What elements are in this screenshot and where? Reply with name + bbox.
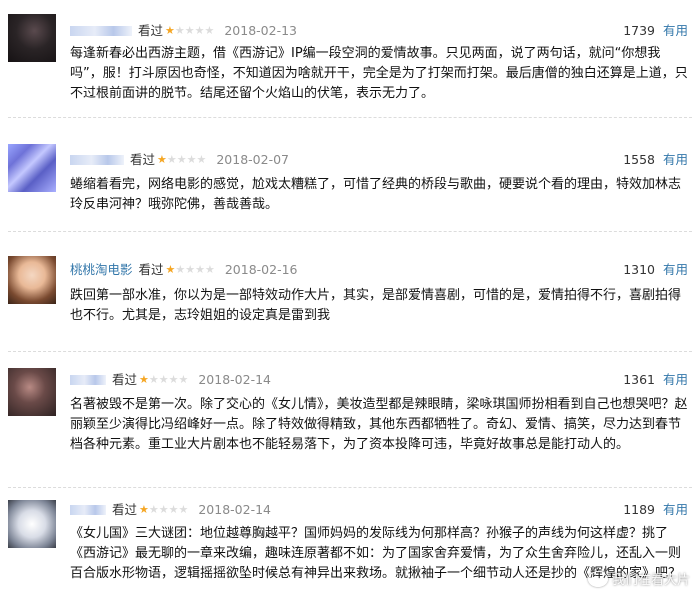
divider <box>8 231 692 232</box>
review-item: 桃桃淘电影 看过 ★★★★★ 2018-02-16 1310 有用 跌回第一部水… <box>0 236 700 346</box>
review-date: 2018-02-14 <box>198 372 271 387</box>
divider <box>8 487 692 488</box>
useful-button[interactable]: 有用 <box>663 502 688 517</box>
divider <box>8 351 692 352</box>
review-item: 看过 ★★★★★ 2018-02-13 1739 有用 每逢新春必出西游主题，借… <box>0 0 700 115</box>
useful-button[interactable]: 有用 <box>663 262 688 277</box>
username-redacted[interactable] <box>70 505 106 515</box>
username-redacted[interactable] <box>70 155 124 165</box>
avatar[interactable] <box>8 144 56 192</box>
rating-stars: ★★★★★ <box>139 503 189 516</box>
vote-count: 1361 <box>623 372 655 387</box>
vote-box: 1189 有用 <box>623 502 688 518</box>
avatar[interactable] <box>8 14 56 62</box>
wechat-icon <box>587 570 608 587</box>
rating-stars: ★★★★★ <box>139 373 189 386</box>
review-meta: 看过 ★★★★★ 2018-02-13 <box>70 23 297 39</box>
rating-stars: ★★★★★ <box>165 24 215 37</box>
avatar[interactable] <box>8 368 56 416</box>
review-item: 看过 ★★★★★ 2018-02-07 1558 有用 蜷缩着看完，网络电影的感… <box>0 120 700 230</box>
username-redacted[interactable] <box>70 26 132 36</box>
review-date: 2018-02-14 <box>198 502 271 517</box>
vote-count: 1739 <box>623 23 655 38</box>
watermark: 我们在看大片 <box>587 569 690 588</box>
useful-button[interactable]: 有用 <box>663 23 688 38</box>
review-date: 2018-02-16 <box>224 262 298 277</box>
vote-box: 1310 有用 <box>623 262 688 278</box>
review-text: 跌回第一部水准，你以为是一部特效动作大片，其实，是部爱情喜剧，可惜的是，爱情拍得… <box>70 288 682 323</box>
watched-status: 看过 <box>112 372 138 387</box>
review-meta: 桃桃淘电影 看过 ★★★★★ 2018-02-16 <box>70 262 298 278</box>
vote-box: 1361 有用 <box>623 372 688 388</box>
useful-button[interactable]: 有用 <box>663 152 688 167</box>
watched-status: 看过 <box>130 152 156 167</box>
rating-stars: ★★★★★ <box>165 263 215 276</box>
username[interactable]: 桃桃淘电影 <box>70 262 133 278</box>
review-date: 2018-02-13 <box>224 23 297 38</box>
vote-box: 1558 有用 <box>623 152 688 168</box>
review-text: 每逢新春必出西游主题，借《西游记》IP编一段空洞的爱情故事。只见两面，说了两句话… <box>70 46 688 101</box>
review-date: 2018-02-07 <box>216 152 289 167</box>
review-text: 蜷缩着看完，网络电影的感觉，尬戏太糟糕了，可惜了经典的桥段与歌曲，硬要说个看的理… <box>70 177 682 212</box>
vote-count: 1310 <box>623 262 655 277</box>
username-redacted[interactable] <box>70 375 106 385</box>
watched-status: 看过 <box>138 262 164 277</box>
review-meta: 看过 ★★★★★ 2018-02-07 <box>70 152 289 168</box>
review-meta: 看过 ★★★★★ 2018-02-14 <box>70 502 271 518</box>
rating-stars: ★★★★★ <box>157 153 207 166</box>
divider <box>8 117 692 118</box>
vote-count: 1558 <box>623 152 655 167</box>
watched-status: 看过 <box>112 502 138 517</box>
useful-button[interactable]: 有用 <box>663 372 688 387</box>
watermark-text: 我们在看大片 <box>611 573 690 588</box>
review-meta: 看过 ★★★★★ 2018-02-14 <box>70 372 271 388</box>
vote-box: 1739 有用 <box>623 23 688 39</box>
review-item: 看过 ★★★★★ 2018-02-14 1361 有用 名著被毁不是第一次。除了… <box>0 356 700 486</box>
watched-status: 看过 <box>138 23 164 38</box>
vote-count: 1189 <box>623 502 655 517</box>
avatar[interactable] <box>8 256 56 304</box>
avatar[interactable] <box>8 500 56 548</box>
review-text: 名著被毁不是第一次。除了交心的《女儿情》，美妆造型都是辣眼睛，梁咏琪国师扮相看到… <box>70 397 688 452</box>
